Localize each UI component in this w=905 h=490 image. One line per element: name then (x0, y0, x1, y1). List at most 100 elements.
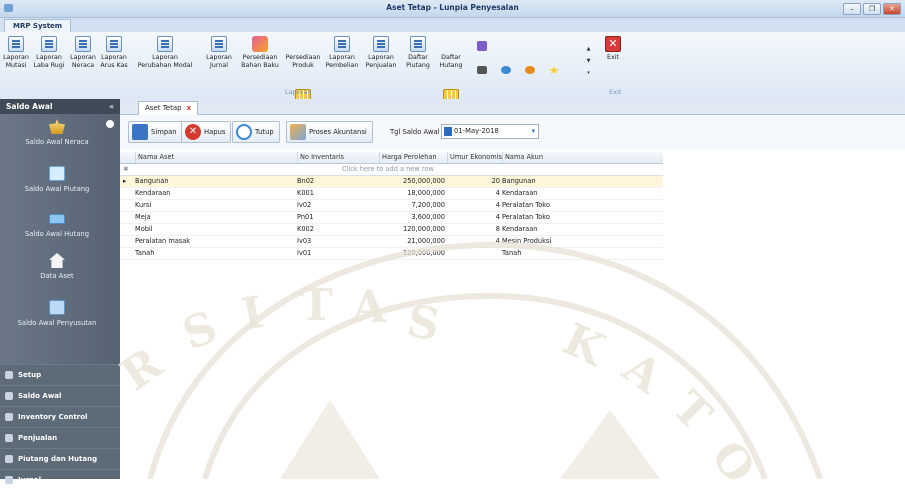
table-cell[interactable]: 120,000,000 (379, 248, 445, 259)
table-cell[interactable]: Mesin Produksi (502, 236, 662, 247)
table-cell[interactable]: Iv01 (297, 248, 377, 259)
ribbon-penjualan-button[interactable]: Laporan Penjualan (361, 36, 401, 69)
collapse-icon[interactable]: « (109, 99, 114, 114)
table-cell[interactable]: Bangunan (502, 176, 662, 187)
table-cell[interactable]: Tanah (135, 248, 295, 259)
chart-icon[interactable] (525, 66, 535, 74)
gallery-icon[interactable] (477, 41, 487, 51)
sidebar-item-saldo-awal-penyusutan[interactable]: Saldo Awal Penyusutan (0, 300, 114, 327)
table-row[interactable]: ▸ Bangunan Bn02 250,000,000 20 Bangunan (120, 176, 663, 188)
nav-setup[interactable]: Setup (0, 364, 120, 385)
exit-button[interactable]: ✕ Exit (603, 36, 623, 62)
close-button[interactable]: Tutup (232, 121, 280, 143)
column-header[interactable]: Harga Perolehan (379, 152, 448, 163)
table-cell[interactable]: Peralatan masak (135, 236, 295, 247)
sidebar-item-saldo-awal-hutang[interactable]: Saldo Awal Hutang (0, 211, 114, 238)
table-cell[interactable]: K002 (297, 224, 377, 235)
table-cell[interactable]: Kursi (135, 200, 295, 211)
table-cell[interactable]: Mobil (135, 224, 295, 235)
printer-icon[interactable] (477, 66, 487, 74)
new-row[interactable]: ✱ Click here to add a new row (120, 164, 663, 176)
report-icon (75, 36, 91, 52)
table-cell[interactable]: Meja (135, 212, 295, 223)
ribbon-gallery-scroller[interactable]: ▲ ▼ ▾ (585, 46, 592, 76)
nav-penjualan[interactable]: Penjualan (0, 427, 120, 448)
table-row[interactable]: Kursi Iv02 7,200,000 4 Peralatan Toko (120, 200, 663, 212)
delete-button[interactable]: ✕ Hapus (181, 121, 232, 143)
table-cell[interactable]: Bn02 (297, 176, 377, 187)
table-cell[interactable]: 7,200,000 (379, 200, 445, 211)
nav-piutang-dan-hutang[interactable]: Piutang dan Hutang (0, 448, 120, 469)
nav-jurnal[interactable]: Jurnal (0, 469, 120, 490)
ribbon-piutang-button[interactable]: Daftar Piutang (402, 36, 434, 69)
table-cell[interactable]: 8 (447, 224, 500, 235)
table-row[interactable]: Meja Pn01 3,600,000 4 Peralatan Toko (120, 212, 663, 224)
date-picker[interactable]: 01-May-2018 ▾ (441, 124, 539, 139)
table-cell[interactable]: Kendaraan (135, 188, 295, 199)
table-cell[interactable]: Iv03 (297, 236, 377, 247)
ribbon-laporan-mutasi-button[interactable]: Laporan Mutasi (2, 36, 30, 69)
table-cell[interactable]: 4 (447, 200, 500, 211)
table-cell[interactable]: Tanah (502, 248, 662, 259)
window-titlebar: Aset Tetap - Lunpia Penyesalan – ❐ ✕ (0, 0, 905, 18)
table-cell[interactable]: Pn01 (297, 212, 377, 223)
column-header[interactable]: Nama Akun (502, 152, 665, 163)
column-header[interactable]: Umur Ekonomis (447, 152, 503, 163)
star-icon[interactable] (549, 66, 559, 74)
ribbon-bahan-baku-button[interactable]: Persediaan Bahan Baku (238, 36, 282, 69)
table-cell[interactable]: 3,600,000 (379, 212, 445, 223)
tab-aset-tetap[interactable]: Aset Tetap x (138, 101, 199, 115)
column-header[interactable]: Nama Aset (135, 152, 298, 163)
table-cell[interactable]: Bangunan (135, 176, 295, 187)
table-row[interactable]: Kendaraan K001 18,000,000 4 Kendaraan (120, 188, 663, 200)
table-cell[interactable]: 4 (447, 188, 500, 199)
ribbon-laba-rugi-button[interactable]: Laporan Laba Rugi (32, 36, 66, 69)
close-tab-icon[interactable]: x (187, 104, 192, 112)
table-cell[interactable]: Peralatan Toko (502, 200, 662, 211)
table-cell[interactable]: 4 (447, 212, 500, 223)
table-cell[interactable]: Kendaraan (502, 224, 662, 235)
table-cell[interactable]: K001 (297, 188, 377, 199)
table-cell[interactable]: 21,000,000 (379, 236, 445, 247)
scale-icon (49, 119, 65, 134)
sidebar-item-data-aset[interactable]: Data Aset (0, 253, 114, 280)
ribbon-button-label: Laporan Laba Rugi (33, 54, 65, 69)
table-cell[interactable]: Peralatan Toko (502, 212, 662, 223)
ribbon-hutang-button[interactable]: Daftar Hutang (435, 36, 467, 105)
globe-icon[interactable] (501, 66, 511, 74)
minimize-icon[interactable]: – (843, 3, 861, 15)
ribbon-button-label: Persediaan Bahan Baku (241, 54, 279, 69)
ribbon-persediaan-produk-button[interactable]: Persediaan Produk (283, 36, 323, 105)
process-accounting-button[interactable]: Proses Akuntansi (286, 121, 373, 143)
main-content: Aset Tetap x Simpan ✕ Hapus Tutup Proses A… (112, 99, 905, 479)
nav-inventory-control[interactable]: Inventory Control (0, 406, 120, 427)
table-row[interactable]: Tanah Iv01 120,000,000 Tanah (120, 248, 663, 260)
table-cell[interactable]: Iv02 (297, 200, 377, 211)
save-button[interactable]: Simpan (128, 121, 183, 143)
table-cell[interactable]: 120,000,000 (379, 224, 445, 235)
table-cell[interactable]: Kendaraan (502, 188, 662, 199)
table-cell[interactable]: 4 (447, 236, 500, 247)
close-window-icon[interactable]: ✕ (883, 3, 901, 15)
restore-icon[interactable]: ❐ (863, 3, 881, 15)
ribbon-pembelian-button[interactable]: Laporan Pembelian (324, 36, 360, 69)
table-row[interactable]: Mobil K002 120,000,000 8 Kendaraan (120, 224, 663, 236)
sidebar-item-saldo-awal-neraca[interactable]: Saldo Awal Neraca (0, 119, 114, 146)
svg-text:O: O (701, 432, 765, 479)
ribbon-neraca-button[interactable]: Laporan Neraca (68, 36, 98, 69)
table-cell[interactable]: 18,000,000 (379, 188, 445, 199)
table-cell[interactable]: 250,000,000 (379, 176, 445, 187)
table-row[interactable]: Peralatan masak Iv03 21,000,000 4 Mesin Prod… (120, 236, 663, 248)
sidebar-title: Saldo Awal (6, 102, 53, 111)
report-icon (373, 36, 389, 52)
tab-aset-tetap-label: Aset Tetap (145, 104, 182, 112)
dropdown-icon[interactable]: ▾ (532, 125, 535, 138)
sidebar-item-saldo-awal-piutang[interactable]: Saldo Awal Piutang (0, 166, 114, 193)
tab-mrp-system[interactable]: MRP System (4, 19, 72, 33)
column-header[interactable]: No Inventaris (297, 152, 380, 163)
ribbon-perubahan-modal-button[interactable]: Laporan Perubahan Modal (130, 36, 200, 69)
table-cell[interactable]: 20 (447, 176, 500, 187)
ribbon-jurnal-button[interactable]: Laporan Jurnal (201, 36, 237, 69)
ribbon-arus-kas-button[interactable]: Laporan Arus Kas (99, 36, 129, 69)
nav-saldo-awal[interactable]: Saldo Awal (0, 385, 120, 406)
